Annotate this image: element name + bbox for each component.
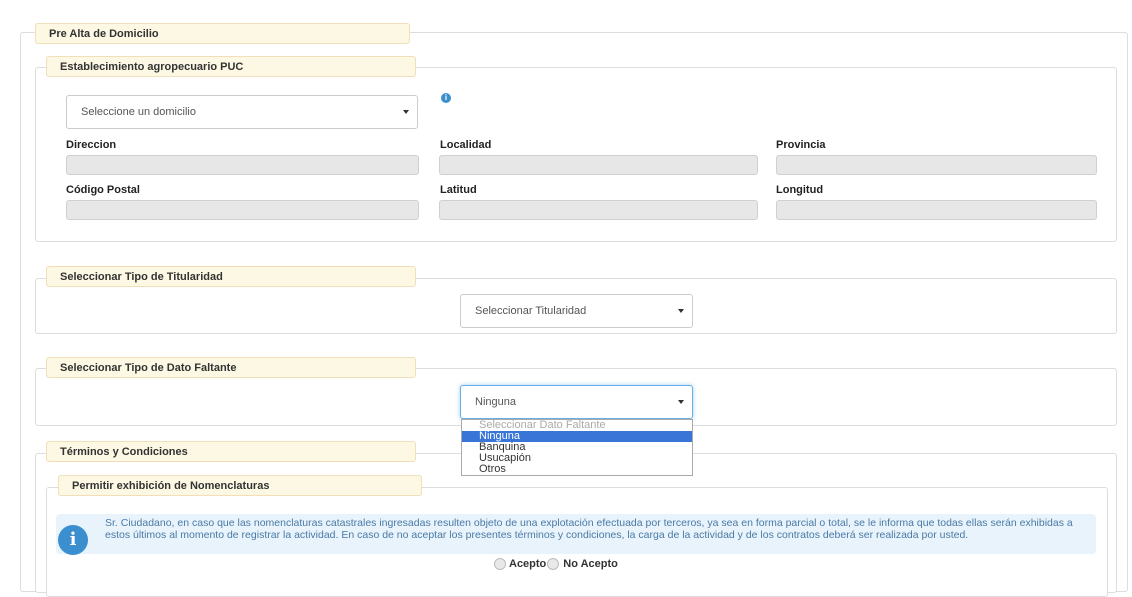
- info-circle-icon: i: [58, 525, 88, 555]
- direccion-label: Direccion: [66, 139, 117, 151]
- dato-faltante-select-value: Ninguna: [475, 396, 516, 408]
- dato-faltante-legend: Seleccionar Tipo de Dato Faltante: [46, 357, 416, 378]
- titularidad-select-value: Seleccionar Titularidad: [475, 305, 587, 317]
- terminos-legend: Términos y Condiciones: [46, 441, 416, 462]
- chevron-down-icon: [678, 309, 684, 313]
- latitud-label: Latitud: [440, 184, 477, 196]
- chevron-down-icon: [403, 110, 409, 114]
- pre-alta-legend: Pre Alta de Domicilio: [35, 23, 410, 44]
- provincia-label: Provincia: [776, 139, 826, 151]
- info-icon[interactable]: i: [441, 93, 451, 103]
- domicilio-select[interactable]: Seleccione un domicilio: [66, 95, 418, 129]
- terms-info-box: Sr. Ciudadano, en caso que las nomenclat…: [56, 514, 1096, 554]
- accept-label[interactable]: Acepto: [509, 558, 546, 570]
- establishment-legend: Establecimiento agropecuario PUC: [46, 56, 416, 77]
- longitud-field[interactable]: [776, 200, 1097, 220]
- chevron-down-icon: [678, 400, 684, 404]
- accept-radio[interactable]: [494, 558, 506, 570]
- titularidad-select[interactable]: Seleccionar Titularidad: [460, 294, 693, 328]
- dropdown-option-otros[interactable]: Otros: [462, 464, 692, 475]
- not-accept-radio[interactable]: [547, 558, 560, 570]
- accept-radio-group: Acepto No Acepto: [494, 557, 618, 571]
- not-accept-label[interactable]: No Acepto: [563, 558, 618, 570]
- terms-info-text: Sr. Ciudadano, en caso que las nomenclat…: [105, 517, 1073, 541]
- direccion-field[interactable]: [66, 155, 419, 175]
- latitud-field[interactable]: [439, 200, 758, 220]
- domicilio-select-value: Seleccione un domicilio: [81, 106, 196, 118]
- codigo-postal-label: Código Postal: [66, 184, 140, 196]
- titularidad-legend: Seleccionar Tipo de Titularidad: [46, 266, 416, 287]
- provincia-field[interactable]: [776, 155, 1097, 175]
- localidad-field[interactable]: [439, 155, 758, 175]
- nomenclaturas-legend: Permitir exhibición de Nomenclaturas: [58, 475, 422, 496]
- codigo-postal-field[interactable]: [66, 200, 419, 220]
- dato-faltante-select[interactable]: Ninguna: [460, 385, 693, 419]
- longitud-label: Longitud: [776, 184, 824, 196]
- dato-faltante-dropdown: Seleccionar Dato Faltante Ninguna Banqui…: [461, 419, 693, 476]
- localidad-label: Localidad: [440, 139, 492, 151]
